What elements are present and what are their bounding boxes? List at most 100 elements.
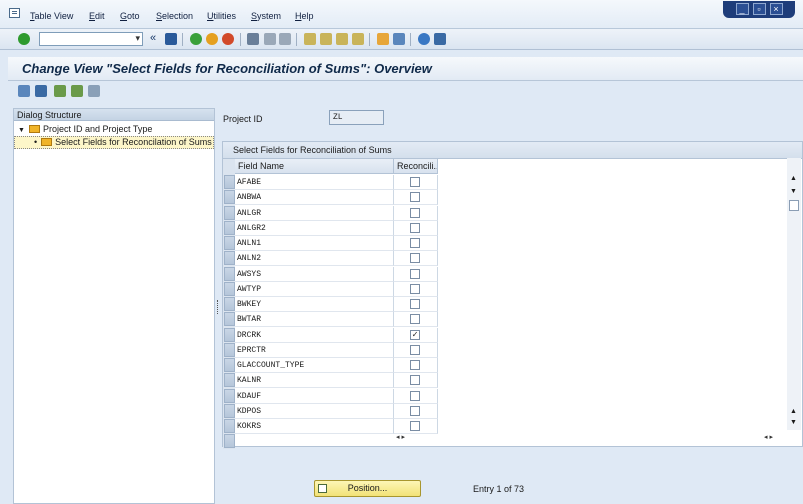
previous-page-icon[interactable] <box>320 33 332 45</box>
row-selector[interactable] <box>224 403 235 418</box>
row-selector[interactable] <box>224 297 235 311</box>
reconciliation-cell <box>394 205 438 221</box>
reconciliation-checkbox[interactable] <box>410 314 420 325</box>
column-header-field-name[interactable]: Field Name <box>235 159 394 174</box>
hscroll-left-group[interactable]: ◂ ▸ <box>396 433 405 445</box>
reconciliation-checkbox[interactable] <box>410 222 420 233</box>
next-page-icon[interactable] <box>336 33 348 45</box>
reconciliation-checkbox[interactable] <box>410 421 420 431</box>
scroll-up-icon[interactable]: ▲ <box>790 175 797 182</box>
hscroll-right-group[interactable]: ◂ ▸ <box>764 433 773 445</box>
row-selector[interactable] <box>224 312 235 327</box>
row-selector[interactable] <box>224 175 235 189</box>
enter-checkmark-icon[interactable] <box>18 33 30 45</box>
entry-counter: Entry 1 of 73 <box>473 484 525 494</box>
row-selector[interactable] <box>224 434 235 449</box>
expand-triangle-icon[interactable]: ▼ <box>18 127 25 134</box>
scroll-down-icon[interactable]: ▼ <box>790 188 797 195</box>
field-name-cell: KDAUF <box>235 388 394 404</box>
system-menu-icon[interactable] <box>9 8 20 18</box>
reconciliation-checkbox[interactable] <box>410 299 420 309</box>
row-selector[interactable] <box>224 205 235 220</box>
reconciliation-checkbox[interactable] <box>410 207 420 218</box>
menu-help[interactable]: Help <box>295 11 314 21</box>
position-button[interactable]: Position... <box>314 480 421 497</box>
command-field[interactable] <box>39 32 143 46</box>
create-session-icon[interactable] <box>377 33 389 45</box>
reconciliation-checkbox[interactable] <box>410 192 420 203</box>
print-icon[interactable] <box>247 33 259 45</box>
row-selector[interactable] <box>224 236 235 250</box>
field-name-cell: KALNR <box>235 373 394 389</box>
scroll-up-bottom-icon[interactable]: ▲ <box>790 408 797 415</box>
first-page-icon[interactable] <box>304 33 316 45</box>
dialog-structure-panel: Dialog Structure ▼ Project ID and Project… <box>13 108 215 504</box>
display-change-icon[interactable] <box>18 85 30 97</box>
back-icon[interactable] <box>190 33 202 45</box>
tree-node-select-fields[interactable]: • Select Fields for Reconcilation of Sums <box>34 137 212 147</box>
help-icon[interactable] <box>418 33 430 45</box>
reconciliation-checkbox[interactable] <box>410 405 420 416</box>
reconciliation-checkbox[interactable] <box>410 360 420 370</box>
tree-node-project-id[interactable]: ▼ Project ID and Project Type <box>18 124 152 134</box>
close-icon[interactable]: × <box>769 3 783 15</box>
menu-utilities[interactable]: Utilities <box>207 11 236 21</box>
field-name-cell: ANLGR2 <box>235 220 394 236</box>
row-selector[interactable] <box>224 388 235 403</box>
column-header-reconciliation[interactable]: Reconcili... <box>394 159 438 174</box>
row-selector[interactable] <box>224 327 235 342</box>
project-id-field: ZL <box>329 110 384 125</box>
double-left-arrow-icon[interactable]: « <box>150 32 156 44</box>
row-selector[interactable] <box>224 251 235 266</box>
menu-goto[interactable]: Goto <box>120 11 140 21</box>
minimize-icon[interactable]: _ <box>735 3 749 15</box>
row-selector[interactable] <box>224 358 235 372</box>
folder-icon <box>28 125 40 133</box>
field-name-cell: ANBWA <box>235 190 394 206</box>
reconciliation-checkbox[interactable] <box>410 283 420 294</box>
menu-system[interactable]: System <box>251 11 281 21</box>
exit-icon[interactable] <box>206 33 218 45</box>
reconciliation-cell <box>394 388 438 404</box>
menu-edit[interactable]: Edit <box>89 11 105 21</box>
reconciliation-checkbox[interactable]: ✓ <box>410 329 420 340</box>
row-selector[interactable] <box>224 281 235 296</box>
select-block-icon[interactable] <box>71 85 83 97</box>
find-icon[interactable] <box>264 33 276 45</box>
menu-table-view[interactable]: Table View <box>30 11 73 21</box>
last-page-icon[interactable] <box>352 33 364 45</box>
project-id-label: Project ID <box>223 114 263 124</box>
restore-icon[interactable]: ▫ <box>752 3 766 15</box>
vertical-scrollbar[interactable]: ▲ ▼ ▲ ▼ <box>787 158 801 430</box>
reconciliation-checkbox[interactable] <box>410 344 420 355</box>
layout-menu-icon[interactable] <box>434 33 446 45</box>
cancel-icon[interactable] <box>222 33 234 45</box>
save-icon[interactable] <box>165 33 177 45</box>
field-name-cell: EPRCTR <box>235 342 394 358</box>
shortcut-icon[interactable] <box>393 33 405 45</box>
find-next-icon[interactable] <box>279 33 291 45</box>
reconciliation-checkbox[interactable] <box>410 390 420 401</box>
field-name-cell: AFABE <box>235 175 394 190</box>
reconciliation-checkbox[interactable] <box>410 238 420 248</box>
scroll-left-icon: ◂ <box>396 434 400 441</box>
select-all-icon[interactable] <box>54 85 66 97</box>
scroll-right-icon: ▸ <box>401 434 405 441</box>
reconciliation-checkbox[interactable] <box>410 253 420 264</box>
reconciliation-cell <box>394 266 438 282</box>
undo-icon[interactable] <box>35 85 47 97</box>
scroll-thumb[interactable] <box>789 200 799 211</box>
row-selector[interactable] <box>224 419 235 433</box>
row-selector[interactable] <box>224 342 235 357</box>
panel-splitter[interactable] <box>217 300 219 314</box>
row-selector[interactable] <box>224 190 235 205</box>
reconciliation-checkbox[interactable] <box>410 375 420 386</box>
reconciliation-checkbox[interactable] <box>410 268 420 279</box>
row-selector[interactable] <box>224 220 235 235</box>
row-selector[interactable] <box>224 266 235 281</box>
menu-selection[interactable]: Selection <box>156 11 193 21</box>
row-selector[interactable] <box>224 373 235 388</box>
scroll-down-bottom-icon[interactable]: ▼ <box>790 419 797 426</box>
deselect-all-icon[interactable] <box>88 85 100 97</box>
reconciliation-checkbox[interactable] <box>410 177 420 187</box>
